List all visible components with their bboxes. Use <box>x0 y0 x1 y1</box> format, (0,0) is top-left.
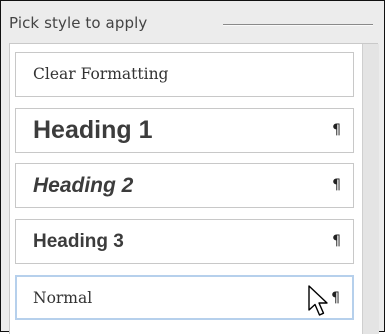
style-item-label: Heading 1 <box>33 116 153 144</box>
style-item-label: Heading 2 <box>33 174 134 197</box>
pilcrow-icon: ¶ <box>332 233 341 249</box>
pilcrow-icon: ¶ <box>332 122 341 138</box>
panel-title: Pick style to apply <box>9 14 148 32</box>
pilcrow-icon: ¶ <box>331 290 340 306</box>
scrollbar-track[interactable] <box>362 44 379 334</box>
panel-header: Pick style to apply <box>1 1 384 43</box>
style-picker-panel: Pick style to apply Clear Formatting Hea… <box>0 0 385 334</box>
style-item-label: Clear Formatting <box>33 65 169 83</box>
style-item-clear-formatting[interactable]: Clear Formatting <box>15 52 354 97</box>
style-item-label: Heading 3 <box>33 231 124 252</box>
style-item-heading-2[interactable]: Heading 2 ¶ <box>15 163 354 208</box>
style-list: Clear Formatting Heading 1 ¶ Heading 2 ¶… <box>9 43 379 334</box>
pilcrow-icon: ¶ <box>332 177 341 193</box>
style-item-heading-1[interactable]: Heading 1 ¶ <box>15 108 354 153</box>
title-divider <box>223 24 373 26</box>
style-item-heading-3[interactable]: Heading 3 ¶ <box>15 219 354 264</box>
style-item-label: Normal <box>33 289 93 307</box>
style-item-normal[interactable]: Normal ¶ <box>15 275 354 320</box>
